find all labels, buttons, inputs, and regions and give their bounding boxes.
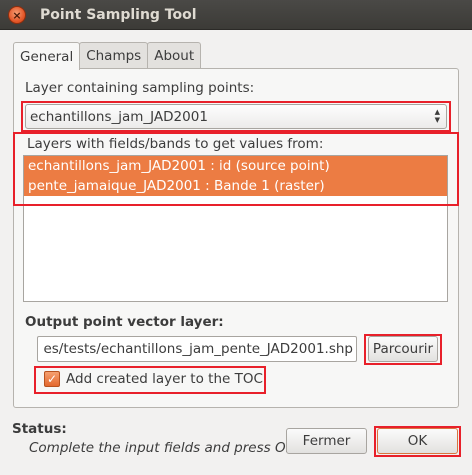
point-sampling-dialog: × Point Sampling Tool General Champs Abo… xyxy=(0,0,472,475)
sampling-layer-select[interactable]: echantillons_jam_JAD2001 ▲ ▼ xyxy=(25,104,447,129)
fields-layers-label: Layers with fields/bands to get values f… xyxy=(27,136,324,152)
tab-bar: General Champs About xyxy=(13,42,202,70)
sampling-layer-label: Layer containing sampling points: xyxy=(25,80,255,96)
ok-button[interactable]: OK xyxy=(377,428,458,454)
window-close-icon[interactable]: × xyxy=(8,6,26,24)
status-label: Status: xyxy=(12,421,67,437)
list-item[interactable]: pente_jamaique_JAD2001 : Bande 1 (raster… xyxy=(24,176,447,196)
sampling-layer-value: echantillons_jam_JAD2001 xyxy=(30,108,208,125)
add-to-toc-label[interactable]: Add created layer to the TOC xyxy=(66,371,263,387)
output-layer-label: Output point vector layer: xyxy=(25,314,224,330)
status-message: Complete the input fields and press OK xyxy=(29,440,295,456)
title-bar: × Point Sampling Tool xyxy=(0,0,472,30)
output-path-field[interactable]: es/tests/echantillons_jam_pente_JAD2001.… xyxy=(37,336,357,362)
tab-about[interactable]: About xyxy=(147,42,202,69)
output-path-value: es/tests/echantillons_jam_pente_JAD2001.… xyxy=(43,341,353,357)
tab-champs[interactable]: Champs xyxy=(79,42,149,69)
browse-button[interactable]: Parcourir xyxy=(368,336,438,362)
list-item[interactable]: echantillons_jam_JAD2001 : id (source po… xyxy=(24,156,447,176)
window-title: Point Sampling Tool xyxy=(40,7,197,23)
tab-general[interactable]: General xyxy=(13,42,81,70)
combo-arrows-icon: ▲ ▼ xyxy=(434,108,440,124)
add-to-toc-checkbox[interactable]: ✓ xyxy=(44,371,60,387)
close-button[interactable]: Fermer xyxy=(286,428,367,454)
fields-layers-list[interactable]: echantillons_jam_JAD2001 : id (source po… xyxy=(23,155,448,302)
